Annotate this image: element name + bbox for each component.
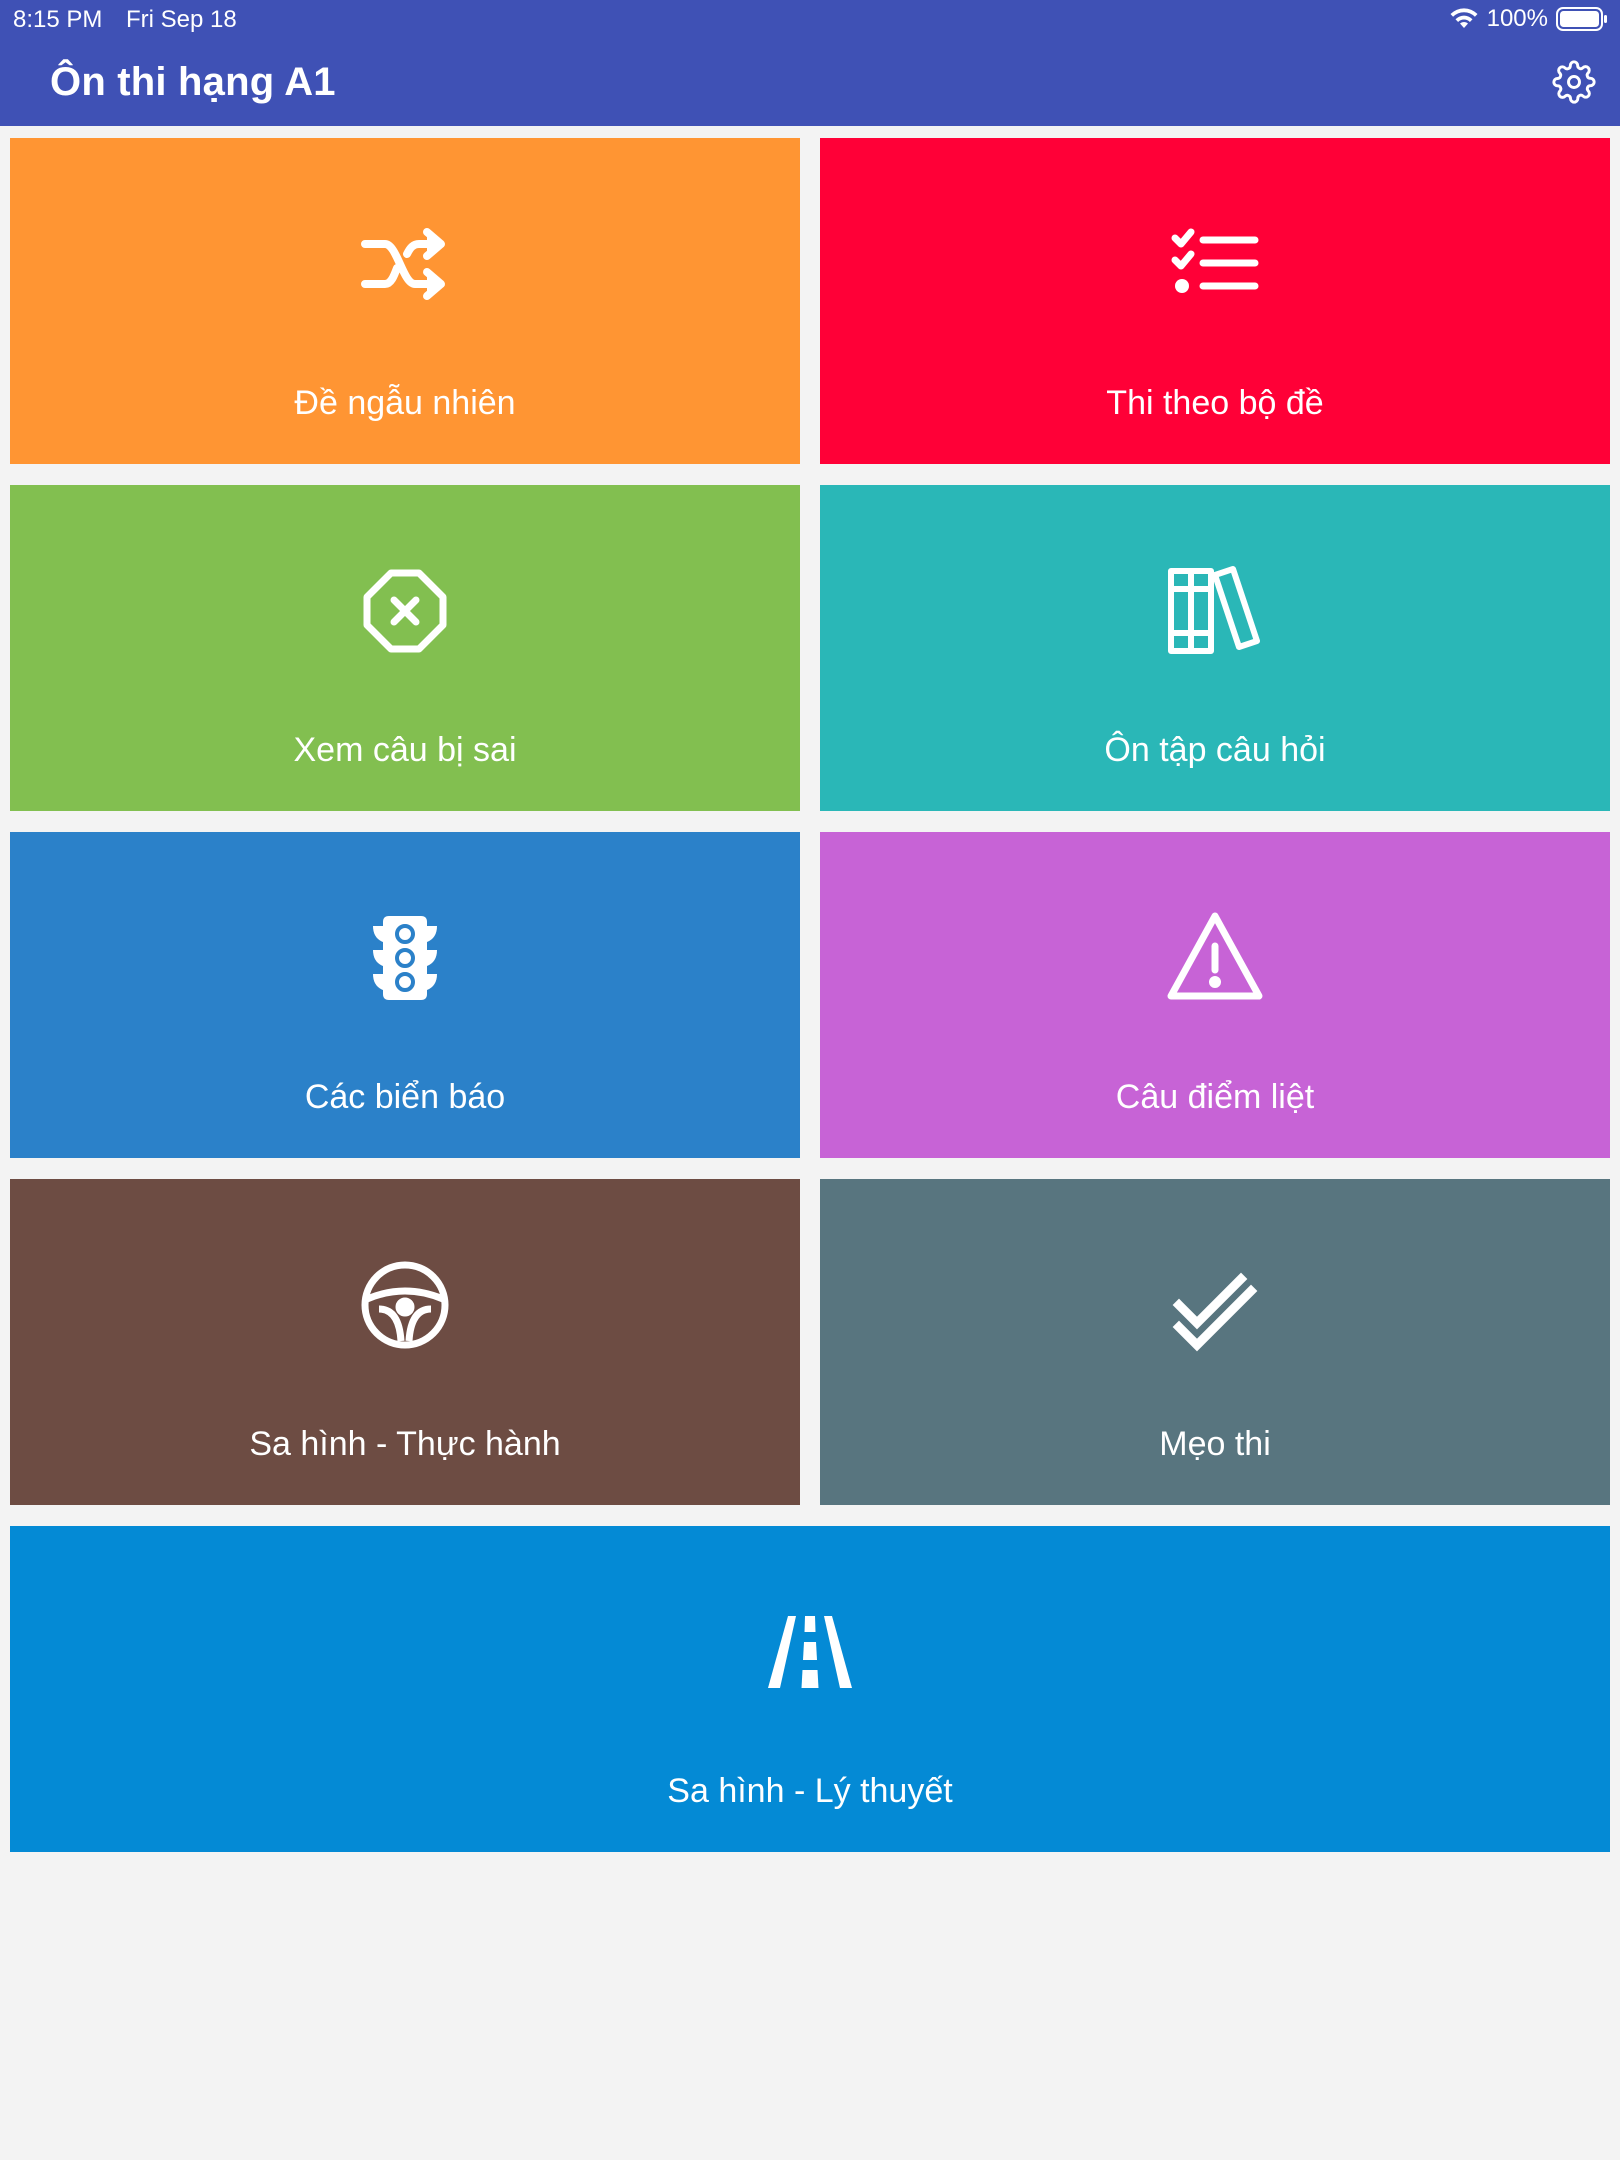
battery-percent: 100% — [1486, 5, 1548, 32]
tile-critical-questions[interactable]: Câu điểm liệt — [820, 832, 1610, 1158]
battery-icon — [1556, 7, 1607, 31]
page-title: Ôn thi hạng A1 — [50, 60, 336, 104]
tile-label: Sa hình - Thực hành — [249, 1425, 561, 1463]
tile-label: Mẹo thi — [1159, 1425, 1271, 1463]
gear-icon — [1552, 60, 1596, 104]
books-icon — [1165, 561, 1265, 661]
tile-label: Xem câu bị sai — [293, 731, 517, 769]
road-icon — [760, 1602, 860, 1702]
stop-x-icon — [355, 561, 455, 661]
traffic-light-icon — [355, 908, 455, 1008]
tile-review-questions[interactable]: Ôn tập câu hỏi — [820, 485, 1610, 811]
app-header: 8:15 PM Fri Sep 18 100% Ôn thi hạng A1 — [0, 0, 1620, 126]
status-time: 8:15 PM — [13, 6, 103, 33]
tile-road-signs[interactable]: Các biển báo — [10, 832, 800, 1158]
settings-button[interactable] — [1550, 58, 1598, 106]
warning-icon — [1165, 908, 1265, 1008]
tile-label: Sa hình - Lý thuyết — [667, 1772, 953, 1810]
wifi-icon — [1450, 8, 1478, 28]
tile-exam-tips[interactable]: Mẹo thi — [820, 1179, 1610, 1505]
tile-label: Đề ngẫu nhiên — [294, 384, 516, 422]
status-bar: 8:15 PM Fri Sep 18 100% — [0, 0, 1620, 40]
shuffle-icon — [355, 214, 455, 314]
tile-label: Các biển báo — [304, 1078, 506, 1116]
steering-wheel-icon — [355, 1255, 455, 1355]
tile-random-test[interactable]: Đề ngẫu nhiên — [10, 138, 800, 464]
tile-label: Thi theo bộ đề — [1106, 384, 1324, 422]
checklist-icon — [1165, 214, 1265, 314]
tile-exam-sets[interactable]: Thi theo bộ đề — [820, 138, 1610, 464]
status-date: Fri Sep 18 — [126, 6, 237, 33]
tile-label: Câu điểm liệt — [1115, 1078, 1315, 1116]
tile-theory-course[interactable]: Sa hình - Lý thuyết — [10, 1526, 1610, 1852]
tile-wrong-answers[interactable]: Xem câu bị sai — [10, 485, 800, 811]
tile-label: Ôn tập câu hỏi — [1104, 731, 1326, 769]
tile-practice-course[interactable]: Sa hình - Thực hành — [10, 1179, 800, 1505]
double-check-icon — [1165, 1255, 1265, 1355]
status-indicators: 100% — [1449, 5, 1608, 33]
